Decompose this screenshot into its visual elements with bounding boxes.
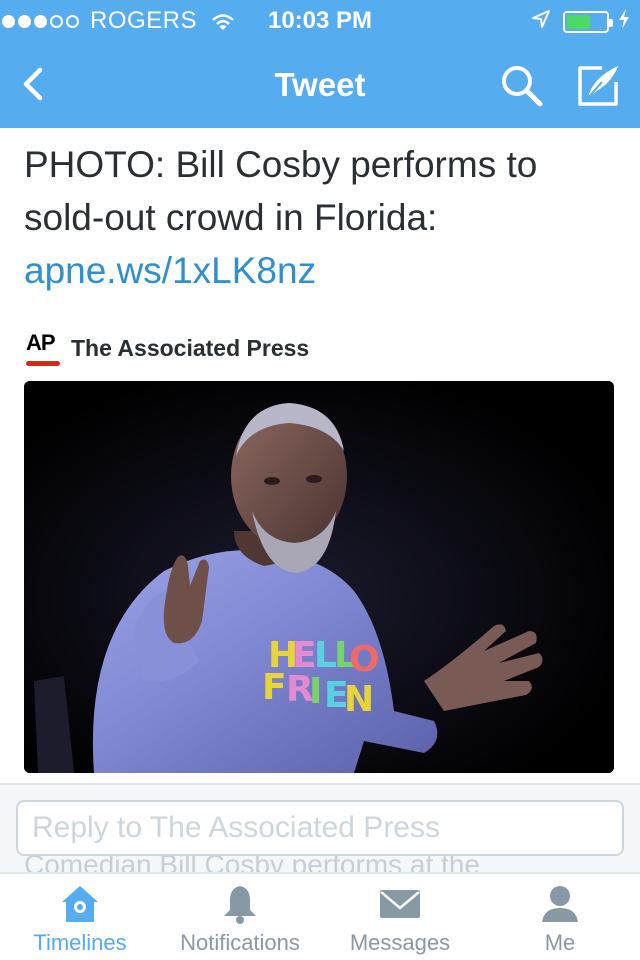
location-arrow-icon — [531, 8, 551, 36]
envelope-icon — [378, 882, 422, 926]
home-icon — [58, 882, 102, 926]
tweet-link[interactable]: apne.ws/1xLK8nz — [24, 244, 624, 297]
tab-bar: Timelines Notifications Messages Me — [0, 872, 640, 960]
ap-logo: AP — [26, 330, 60, 366]
author-name: The Associated Press — [71, 334, 310, 361]
reply-bar: Comedian Bill Cosby performs at the Repl… — [0, 785, 640, 873]
charging-bolt-icon — [618, 8, 630, 36]
tweet-photo[interactable]: H E L L O F R I E N — [24, 381, 614, 773]
reply-input[interactable]: Reply to The Associated Press — [16, 800, 624, 856]
tweet-body: PHOTO: Bill Cosby performs to sold-out c… — [24, 144, 538, 238]
svg-text:F: F — [262, 667, 287, 708]
tweet-author[interactable]: AP The Associated Press — [26, 330, 309, 366]
tab-messages[interactable]: Messages — [320, 874, 480, 960]
tweet-text: PHOTO: Bill Cosby performs to sold-out c… — [24, 138, 624, 297]
battery-icon — [563, 11, 613, 33]
person-icon — [538, 882, 582, 926]
tab-notifications[interactable]: Notifications — [160, 874, 320, 960]
bell-icon — [218, 882, 262, 926]
tab-me[interactable]: Me — [480, 874, 640, 960]
tab-timelines[interactable]: Timelines — [0, 874, 160, 960]
top-bar: ROGERS 10:03 PM Tweet — [0, 0, 640, 128]
search-icon[interactable] — [498, 62, 546, 110]
svg-text:N: N — [344, 679, 374, 720]
status-bar: ROGERS 10:03 PM — [0, 0, 640, 40]
svg-text:I: I — [309, 671, 322, 712]
svg-text:O: O — [349, 639, 380, 680]
compose-icon[interactable] — [572, 60, 624, 112]
navigation-bar: Tweet — [0, 40, 640, 128]
status-right — [531, 8, 630, 36]
